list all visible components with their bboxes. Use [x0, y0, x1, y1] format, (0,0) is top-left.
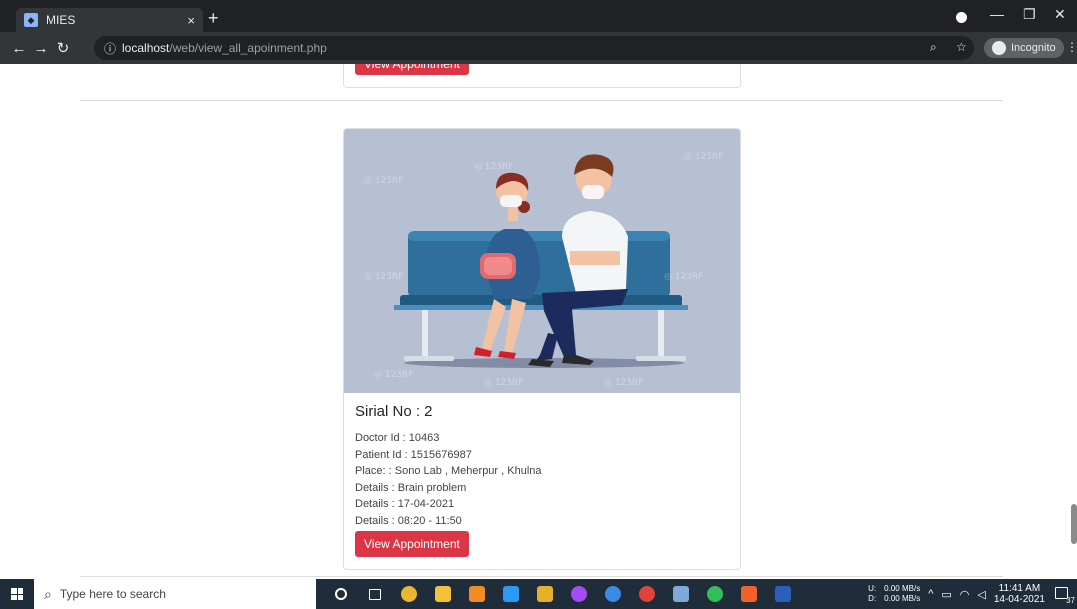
photos-icon[interactable]: [664, 579, 698, 609]
task-view-icon[interactable]: [358, 579, 392, 609]
page-scrollbar[interactable]: [1071, 504, 1077, 544]
svg-text:◎ 123RF: ◎ 123RF: [364, 176, 403, 186]
minimize-icon[interactable]: —: [990, 6, 1004, 22]
zoom-icon[interactable]: ⌕: [930, 40, 937, 55]
battery-icon[interactable]: ▭: [941, 588, 951, 601]
details-problem-text: Details : Brain problem: [355, 481, 467, 494]
file-explorer-icon[interactable]: [426, 579, 460, 609]
waiting-room-illustration: ◎ 123RF ◎ 123RF ◎ 123RF ◎ 123RF ◎ 123RF …: [344, 129, 740, 393]
reload-icon[interactable]: ↻: [52, 39, 74, 57]
tab-title: MIES: [46, 13, 76, 27]
clock[interactable]: 11:41 AM 14-04-2021: [994, 583, 1045, 605]
bookmark-star-icon[interactable]: ☆: [956, 40, 967, 54]
place-text: Place: : Sono Lab , Meherpur , Khulna: [355, 465, 542, 477]
incognito-badge[interactable]: Incognito: [984, 38, 1064, 58]
incognito-label: Incognito: [1011, 42, 1056, 54]
network-speed-values: 0.00 MB/s 0.00 MB/s: [884, 584, 920, 604]
svg-text:◎ 123RF: ◎ 123RF: [664, 272, 703, 282]
appointment-card-previous: View Appointment: [343, 64, 741, 88]
close-tab-icon[interactable]: ×: [187, 13, 195, 28]
taskbar-search[interactable]: ⌕ Type here to search: [34, 579, 316, 609]
start-button[interactable]: [0, 579, 34, 609]
details-date-text: Details : 17-04-2021: [355, 498, 455, 510]
wifi-icon[interactable]: ◠: [960, 588, 970, 601]
net-down-label: D:: [868, 594, 877, 603]
taskbar-apps: [324, 579, 800, 609]
messenger-icon[interactable]: [562, 579, 596, 609]
card-body: Sirial No : 2 Doctor Id : 10463 Patient …: [344, 393, 740, 569]
browser-tab-strip: ◆ MIES × + — ❐ ✕: [0, 0, 1077, 32]
divider: [80, 100, 1003, 101]
network-speed: U: D:: [868, 584, 876, 604]
profile-indicator-icon[interactable]: [956, 12, 967, 23]
windows-logo-icon: [11, 588, 23, 600]
sublime-text-icon[interactable]: [460, 579, 494, 609]
net-up-label: U:: [868, 584, 877, 593]
restore-icon[interactable]: ❐: [1023, 6, 1036, 23]
url-path: /web/view_all_apoinment.php: [169, 41, 327, 55]
serial-title: Sirial No : 2: [355, 403, 433, 420]
doctor-id-text: Doctor Id : 10463: [355, 432, 440, 444]
xampp-icon[interactable]: [732, 579, 766, 609]
slack-icon[interactable]: [528, 579, 562, 609]
search-icon: ⌕: [44, 585, 52, 602]
waiting-room-svg: ◎ 123RF ◎ 123RF ◎ 123RF ◎ 123RF ◎ 123RF …: [364, 152, 723, 388]
notification-count: 37: [1066, 596, 1075, 605]
system-tray: U: D: 0.00 MB/s 0.00 MB/s ^ ▭ ◠ ◁ 11:41 …: [868, 579, 1077, 609]
word-icon[interactable]: [766, 579, 800, 609]
vscode-icon[interactable]: [494, 579, 528, 609]
windows-taskbar: ⌕ Type here to search U: D: 0.00 MB/s 0.…: [0, 579, 1077, 609]
site-favicon-icon: ◆: [24, 13, 38, 27]
net-down-value: 0.00 MB/s: [884, 594, 921, 603]
details-time-text: Details : 08:20 - 11:50: [355, 514, 462, 527]
clock-date: 14-04-2021: [993, 594, 1045, 605]
svg-text:◎ 123RF: ◎ 123RF: [474, 162, 513, 172]
browser-toolbar: ← → ↻ ⓘ localhost /web/view_all_apoinmen…: [0, 32, 1077, 64]
net-up-value: 0.00 MB/s: [884, 584, 921, 593]
divider: [80, 576, 1003, 577]
chrome-icon[interactable]: [392, 579, 426, 609]
patient-id-text: Patient Id : 1515676987: [355, 448, 472, 461]
forward-icon[interactable]: →: [30, 40, 52, 57]
close-window-icon[interactable]: ✕: [1054, 6, 1066, 23]
whatsapp-icon[interactable]: [698, 579, 732, 609]
new-tab-icon[interactable]: +: [208, 8, 219, 28]
svg-text:◎ 123RF: ◎ 123RF: [684, 152, 723, 162]
back-icon[interactable]: ←: [8, 40, 30, 57]
chrome-profile-icon[interactable]: [596, 579, 630, 609]
notifications-button[interactable]: 37: [1053, 585, 1075, 605]
appointment-card: ◎ 123RF ◎ 123RF ◎ 123RF ◎ 123RF ◎ 123RF …: [343, 128, 741, 570]
address-bar[interactable]: ⓘ localhost /web/view_all_apoinment.php: [94, 36, 974, 60]
svg-text:◎ 123RF: ◎ 123RF: [484, 378, 523, 388]
page-viewport: View Appointment ◎ 123RF ◎ 123RF ◎ 123RF…: [0, 64, 1077, 579]
chrome-alt-icon[interactable]: [630, 579, 664, 609]
svg-text:◎ 123RF: ◎ 123RF: [364, 272, 403, 282]
screen: ◆ MIES × + — ❐ ✕ ← → ↻ ⓘ localhost /web/…: [0, 0, 1077, 609]
svg-text:◎ 123RF: ◎ 123RF: [374, 370, 413, 380]
clock-time: 11:41 AM: [998, 583, 1041, 594]
cortana-icon[interactable]: [324, 579, 358, 609]
menu-kebab-icon[interactable]: ⋮: [1066, 40, 1077, 54]
view-appointment-button[interactable]: View Appointment: [355, 64, 469, 75]
volume-icon[interactable]: ◁: [977, 588, 985, 601]
tray-chevron-icon[interactable]: ^: [928, 588, 933, 600]
site-info-icon[interactable]: ⓘ: [104, 40, 116, 57]
svg-text:◎ 123RF: ◎ 123RF: [604, 378, 643, 388]
browser-tab[interactable]: ◆ MIES ×: [16, 8, 203, 32]
url-host: localhost: [122, 41, 170, 55]
incognito-icon: [992, 41, 1006, 55]
view-appointment-button[interactable]: View Appointment: [355, 531, 469, 557]
search-placeholder: Type here to search: [59, 587, 166, 601]
